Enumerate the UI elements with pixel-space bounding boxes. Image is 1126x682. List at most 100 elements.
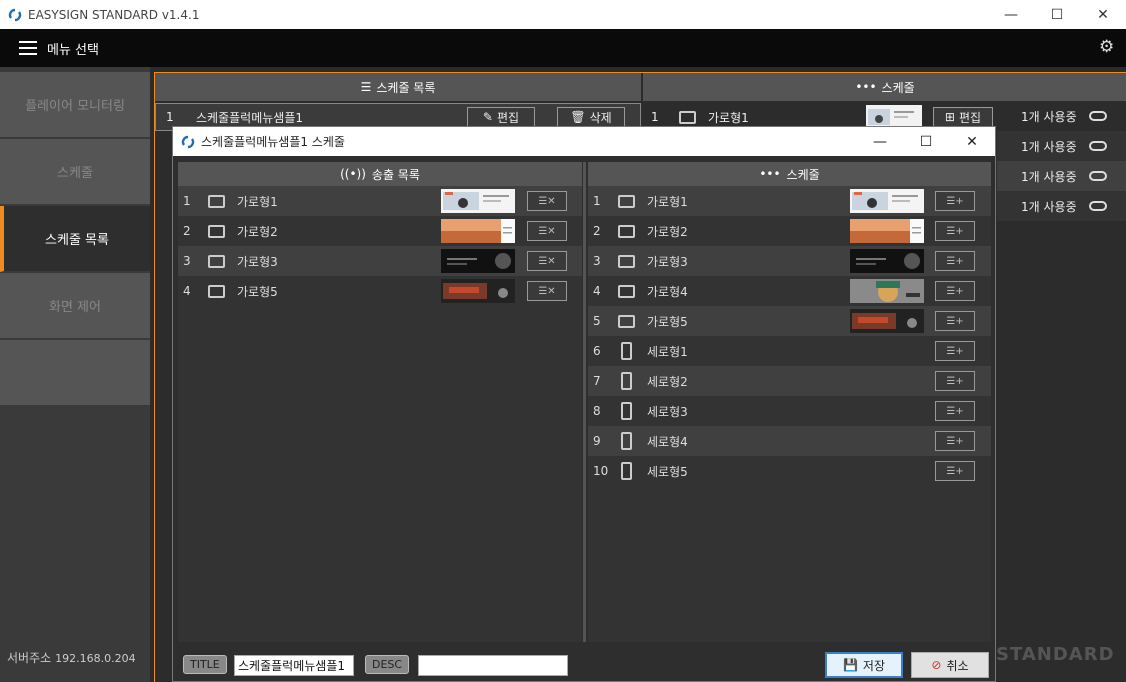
link-icon[interactable] (1089, 201, 1107, 211)
link-icon[interactable] (1089, 111, 1107, 121)
sidebar-item-schedule[interactable]: 스케줄 (0, 139, 150, 205)
list-item[interactable]: 1 가로형1 ☰✕ (178, 186, 582, 216)
row-number: 4 (593, 284, 601, 298)
item-name: 세로형4 (647, 434, 688, 449)
list-item[interactable]: 3 가로형3 ☰+ (588, 246, 991, 276)
list-item[interactable]: 2 가로형2 ☰+ (588, 216, 991, 246)
dots-icon: ••• (855, 80, 877, 94)
item-name: 가로형3 (237, 254, 278, 269)
title-tag: TITLE (183, 655, 227, 674)
schedule-list-header: ••• 스케줄 (588, 162, 991, 186)
list-item[interactable]: 5 가로형5 ☰+ (588, 306, 991, 336)
dialog-titlebar: 스케줄플럭메뉴샘플1 스케줄 — ☐ ✕ (173, 127, 995, 156)
list-item[interactable]: 7 세로형2 ☰+ (588, 366, 991, 396)
row-number: 3 (183, 254, 191, 268)
dots-icon: ••• (759, 167, 781, 181)
add-to-list-button[interactable]: ☰+ (935, 431, 975, 451)
cancel-button[interactable]: ⊘ 취소 (911, 652, 989, 678)
item-name: 가로형1 (647, 194, 688, 209)
dialog-minimize-button[interactable]: — (857, 127, 903, 156)
add-to-list-button[interactable]: ☰+ (935, 281, 975, 301)
portrait-screen-icon (621, 372, 632, 390)
server-address: 서버주소 192.168.0.204 (7, 651, 136, 665)
row-number: 5 (593, 314, 601, 328)
list-item[interactable]: 3 가로형3 ☰✕ (178, 246, 582, 276)
row-number: 2 (183, 224, 191, 238)
save-button[interactable]: 💾 저장 (825, 652, 903, 678)
desc-tag: DESC (365, 655, 410, 674)
schedule-header: ••• 스케줄 (643, 73, 1126, 101)
delete-schedule-button[interactable]: 🗑 삭제 (557, 107, 625, 127)
trash-icon: 🗑 (570, 110, 586, 124)
add-to-list-button[interactable]: ☰+ (935, 311, 975, 331)
thumbnail (441, 249, 515, 273)
hamburger-icon[interactable] (19, 41, 37, 55)
schedule-list-panel: ••• 스케줄 1 가로형1 ☰+ 2 가로형2 ☰+ 3 가로형3 ☰+ 4 가로형4 ☰+ 5 가로형… (588, 162, 991, 642)
link-icon[interactable] (1089, 141, 1107, 151)
title-input[interactable] (234, 655, 354, 676)
edit-icon: ⊞ (944, 110, 955, 124)
add-to-list-button[interactable]: ☰+ (935, 221, 975, 241)
list-item[interactable]: 1 가로형1 ☰+ (588, 186, 991, 216)
row-number: 2 (593, 224, 601, 238)
row-number: 10 (593, 464, 609, 478)
thumbnail (850, 219, 924, 243)
dialog-maximize-button[interactable]: ☐ (903, 127, 949, 156)
add-to-list-button[interactable]: ☰+ (935, 251, 975, 271)
list-remove-icon: ☰✕ (538, 255, 556, 267)
item-name: 세로형5 (647, 464, 688, 479)
add-to-list-button[interactable]: ☰+ (935, 401, 975, 421)
portrait-screen-icon (621, 462, 632, 480)
row-number: 9 (593, 434, 601, 448)
broadcast-list-header: ((•)) 송출 목록 (178, 162, 582, 186)
maximize-button[interactable]: ☐ (1034, 0, 1080, 29)
sidebar-item-screen-control[interactable]: 화면 제어 (0, 273, 150, 339)
list-item[interactable]: 9 세로형4 ☰+ (588, 426, 991, 456)
add-to-list-button[interactable]: ☰+ (935, 371, 975, 391)
item-name: 가로형2 (647, 224, 688, 239)
landscape-screen-icon (618, 284, 635, 298)
remove-from-list-button[interactable]: ☰✕ (527, 281, 567, 301)
item-name: 가로형5 (237, 284, 278, 299)
thumbnail (850, 249, 924, 273)
sidebar-item-empty[interactable] (0, 340, 150, 406)
usage-label: 1개 사용중 (1021, 140, 1077, 154)
list-item[interactable]: 2 가로형2 ☰✕ (178, 216, 582, 246)
list-item[interactable]: 8 세로형3 ☰+ (588, 396, 991, 426)
landscape-screen-icon (679, 110, 696, 124)
panel-splitter[interactable] (583, 162, 586, 642)
item-name: 가로형3 (647, 254, 688, 269)
link-icon[interactable] (1089, 171, 1107, 181)
landscape-screen-icon (618, 224, 635, 238)
add-to-list-button[interactable]: ☰+ (935, 341, 975, 361)
item-name: 가로형4 (647, 284, 688, 299)
list-add-icon: ☰+ (946, 405, 964, 417)
sidebar: 플레이어 모니터링 스케줄 스케줄 목록 화면 제어 서버주소 192.168.0… (0, 67, 150, 682)
list-remove-icon: ☰✕ (538, 225, 556, 237)
list-item[interactable]: 10 세로형5 ☰+ (588, 456, 991, 486)
list-item[interactable]: 6 세로형1 ☰+ (588, 336, 991, 366)
close-button[interactable]: ✕ (1080, 0, 1126, 29)
minimize-button[interactable]: — (988, 0, 1034, 29)
gear-icon[interactable]: ⚙ (1099, 39, 1116, 56)
sidebar-item-player-monitoring[interactable]: 플레이어 모니터링 (0, 72, 150, 138)
dialog-close-button[interactable]: ✕ (949, 127, 995, 156)
window-controls: — ☐ ✕ (988, 0, 1126, 29)
list-item[interactable]: 4 가로형4 ☰+ (588, 276, 991, 306)
desc-input[interactable] (418, 655, 568, 676)
remove-from-list-button[interactable]: ☰✕ (527, 251, 567, 271)
remove-from-list-button[interactable]: ☰✕ (527, 221, 567, 241)
save-icon: 💾 (842, 658, 858, 672)
edit-right-button[interactable]: ⊞ 편집 (933, 107, 993, 127)
sidebar-item-schedule-list[interactable]: 스케줄 목록 (0, 206, 150, 272)
edit-schedule-button[interactable]: ✎ 편집 (467, 107, 535, 127)
thumbnail (850, 279, 924, 303)
remove-from-list-button[interactable]: ☰✕ (527, 191, 567, 211)
schedule-list-header: ☰ 스케줄 목록 (155, 73, 641, 101)
menu-select-label[interactable]: 메뉴 선택 (47, 39, 99, 58)
landscape-screen-icon (618, 254, 635, 268)
add-to-list-button[interactable]: ☰+ (935, 191, 975, 211)
add-to-list-button[interactable]: ☰+ (935, 461, 975, 481)
list-item[interactable]: 4 가로형5 ☰✕ (178, 276, 582, 306)
row-number: 1 (183, 194, 191, 208)
